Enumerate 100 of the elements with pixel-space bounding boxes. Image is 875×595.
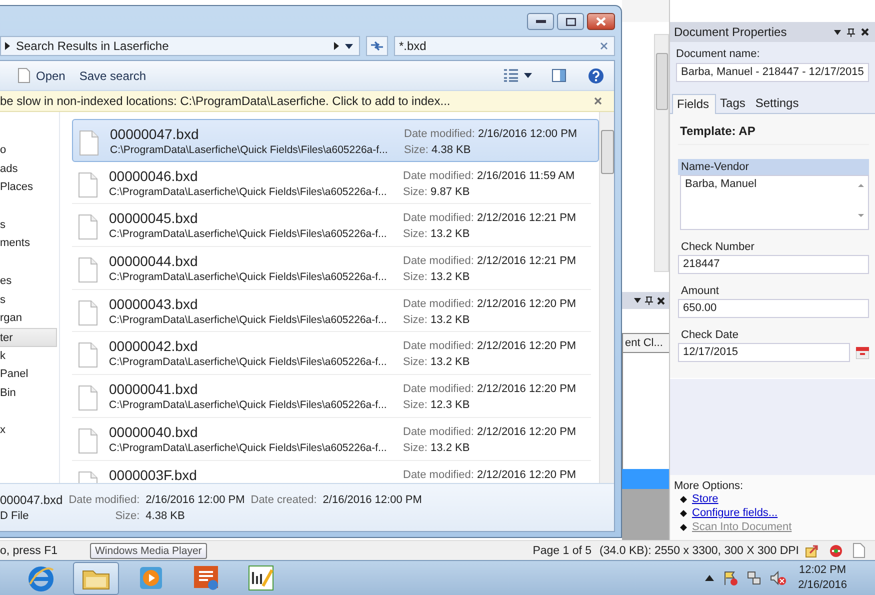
maximize-button[interactable] bbox=[557, 13, 584, 30]
minimize-button[interactable] bbox=[527, 13, 554, 30]
file-size: Size: 13.2 KB bbox=[403, 227, 471, 242]
field-label: Name-Vendor bbox=[678, 159, 869, 175]
address-bar[interactable]: Search Results in Laserfiche bbox=[0, 36, 360, 56]
input-field[interactable]: 218447 bbox=[678, 255, 869, 274]
file-size: Size: 12.3 KB bbox=[403, 398, 471, 414]
file-name: 00000043.bxd bbox=[109, 296, 199, 312]
pin-icon[interactable] bbox=[847, 28, 855, 36]
nav-item[interactable]: ments bbox=[0, 234, 59, 254]
scrollbar[interactable] bbox=[654, 34, 669, 272]
refresh-button[interactable] bbox=[366, 36, 388, 56]
file-name: 00000047.bxd bbox=[110, 126, 200, 142]
file-row[interactable]: 00000047.bxd C:\ProgramData\Laserfiche\Quick Fields\Files\a605226a-f... Date modified: 2/16/2016 12:00 PM Size: 4.38 KB bbox=[72, 119, 599, 162]
tab[interactable]: Tags bbox=[716, 94, 752, 113]
page-icon[interactable] bbox=[853, 543, 865, 558]
date-modified: Date modified: 2/12/2016 12:20 PM bbox=[403, 339, 576, 354]
flag-icon[interactable] bbox=[722, 570, 738, 586]
file-row[interactable]: 00000042.bxd C:\ProgramData\Laserfiche\Quick Fields\Files\a605226a-f... Date modified: 2/12/2016 12:20 PM Size: 13.2 KB bbox=[72, 332, 591, 376]
play-icon bbox=[138, 565, 164, 591]
file-row[interactable]: 00000046.bxd C:\ProgramData\Laserfiche\Quick Fields\Files\a605226a-f... Date modified: 2/16/2016 11:59 AM Size: 9.87 KB bbox=[72, 162, 591, 204]
page-indicator: Page 1 of 5 bbox=[532, 544, 592, 556]
nav-item[interactable]: ter bbox=[0, 328, 57, 347]
dropdown-icon[interactable] bbox=[634, 298, 641, 303]
pin-icon[interactable] bbox=[645, 296, 653, 305]
column-header[interactable]: ent Cl... bbox=[622, 333, 669, 353]
document-icon bbox=[18, 68, 30, 83]
file-row[interactable]: 00000045.bxd C:\ProgramData\Laserfiche\Quick Fields\Files\a605226a-f... Date modified: 2/12/2016 12:21 PM Size: 13.2 KB bbox=[72, 204, 591, 248]
tab[interactable]: Fields bbox=[672, 94, 716, 114]
input-field[interactable]: 650.00 bbox=[678, 299, 869, 318]
close-icon[interactable] bbox=[657, 296, 665, 304]
file-type: D File bbox=[0, 510, 30, 522]
speaker-muted-icon[interactable] bbox=[770, 570, 786, 586]
save-search-button[interactable]: Save search bbox=[75, 66, 150, 84]
help-icon[interactable] bbox=[588, 68, 604, 84]
file-name: 00000046.bxd bbox=[109, 168, 199, 184]
network-icon[interactable] bbox=[746, 570, 762, 586]
nav-item[interactable]: Places bbox=[0, 178, 59, 198]
file-icon bbox=[78, 172, 98, 198]
detail-value: 2/16/2016 12:00 PM bbox=[322, 494, 422, 506]
nav-item[interactable]: s bbox=[0, 290, 59, 310]
date-modified: Date modified: 2/12/2016 12:21 PM bbox=[403, 211, 576, 226]
nav-item[interactable]: s bbox=[0, 216, 59, 234]
clear-icon[interactable] bbox=[600, 42, 608, 50]
file-size: Size: 4.38 KB bbox=[404, 143, 472, 158]
field-label: Document name: bbox=[676, 48, 761, 60]
link[interactable]: Configure fields... bbox=[692, 507, 778, 519]
file-name: 000047.bxd bbox=[0, 492, 63, 506]
date-field[interactable]: 12/17/2015 bbox=[678, 343, 850, 362]
nav-item[interactable]: x bbox=[0, 421, 59, 440]
nav-item[interactable]: rgan bbox=[0, 309, 59, 328]
nav-item[interactable]: Panel bbox=[0, 365, 59, 384]
bullet-icon bbox=[680, 524, 687, 530]
nav-item[interactable]: o bbox=[0, 141, 59, 160]
clock-time: 12:02 PM bbox=[798, 563, 846, 578]
nav-item[interactable]: Bin bbox=[0, 384, 59, 403]
close-icon[interactable] bbox=[861, 28, 869, 36]
file-size: Size: 13.2 KB bbox=[403, 270, 471, 286]
export-icon[interactable] bbox=[805, 544, 819, 558]
show-hidden-icons-icon[interactable] bbox=[705, 575, 714, 581]
nav-item[interactable]: es bbox=[0, 272, 59, 290]
file-path: C:\ProgramData\Laserfiche\Quick Fields\Files\a605226a-f... bbox=[109, 227, 387, 242]
nav-item[interactable]: k bbox=[0, 346, 59, 366]
date-modified: Date modified: 2/12/2016 12:20 PM bbox=[403, 468, 576, 482]
search-field[interactable]: *.bxd bbox=[394, 36, 615, 56]
file-row[interactable]: 00000041.bxd C:\ProgramData\Laserfiche\Quick Fields\Files\a605226a-f... Date modified: 2/12/2016 12:20 PM Size: 12.3 KB bbox=[72, 375, 591, 418]
view-options-icon[interactable] bbox=[504, 69, 518, 82]
info-bar[interactable]: be slow in non-indexed locations: C:\ProgramData\Laserfiche. Click to add to index... bbox=[0, 91, 614, 112]
dropdown-icon[interactable] bbox=[524, 73, 532, 78]
chevron-icon bbox=[5, 42, 10, 50]
no-entry-icon[interactable] bbox=[829, 544, 843, 558]
file-icon bbox=[79, 130, 99, 156]
file-row[interactable]: 00000043.bxd C:\ProgramData\Laserfiche\Quick Fields\Files\a605226a-f... Date modified: 2/12/2016 12:20 PM Size: 13.2 KB bbox=[72, 290, 591, 332]
calendar-icon[interactable] bbox=[856, 346, 869, 358]
file-size: Size: 9.87 KB bbox=[403, 184, 471, 200]
nav-item[interactable]: ads bbox=[0, 160, 59, 178]
link[interactable]: Store bbox=[692, 493, 718, 505]
date-modified: Date modified: 2/12/2016 12:20 PM bbox=[403, 424, 576, 440]
close-button[interactable] bbox=[587, 13, 615, 30]
document-name-field[interactable]: Barba, Manuel - 218447 - 12/17/2015 bbox=[676, 63, 869, 82]
status-hint: o, press F1 bbox=[0, 544, 59, 556]
chevron-icon bbox=[334, 42, 339, 50]
text-area[interactable]: Barba, Manuel bbox=[680, 175, 869, 230]
file-row[interactable]: 00000040.bxd C:\ProgramData\Laserfiche\Quick Fields\Files\a605226a-f... Date modified: 2/12/2016 12:20 PM Size: 13.2 KB bbox=[72, 418, 591, 460]
dropdown-icon[interactable] bbox=[345, 44, 353, 48]
preview-pane-icon[interactable] bbox=[552, 69, 566, 82]
scrollbar[interactable] bbox=[599, 112, 614, 483]
date-modified: Date modified: 2/12/2016 12:20 PM bbox=[403, 382, 576, 398]
file-icon bbox=[78, 342, 98, 368]
open-button[interactable]: Open bbox=[14, 66, 70, 85]
bullet-icon bbox=[680, 496, 687, 502]
file-row[interactable]: 00000044.bxd C:\ProgramData\Laserfiche\Quick Fields\Files\a605226a-f... Date modified: 2/12/2016 12:21 PM Size: 13.2 KB bbox=[72, 247, 591, 290]
refresh-icon bbox=[370, 40, 384, 52]
clock[interactable]: 12:02 PM 2/16/2016 bbox=[798, 563, 847, 593]
file-path: C:\ProgramData\Laserfiche\Quick Fields\Files\a605226a-f... bbox=[109, 398, 387, 414]
date-modified: Date modified: 2/16/2016 11:59 AM bbox=[403, 168, 575, 184]
file-name: 00000041.bxd bbox=[109, 381, 199, 398]
tab[interactable]: Settings bbox=[751, 94, 805, 113]
dropdown-icon[interactable] bbox=[834, 30, 841, 34]
breadcrumb[interactable]: Search Results in Laserfiche bbox=[16, 39, 328, 53]
